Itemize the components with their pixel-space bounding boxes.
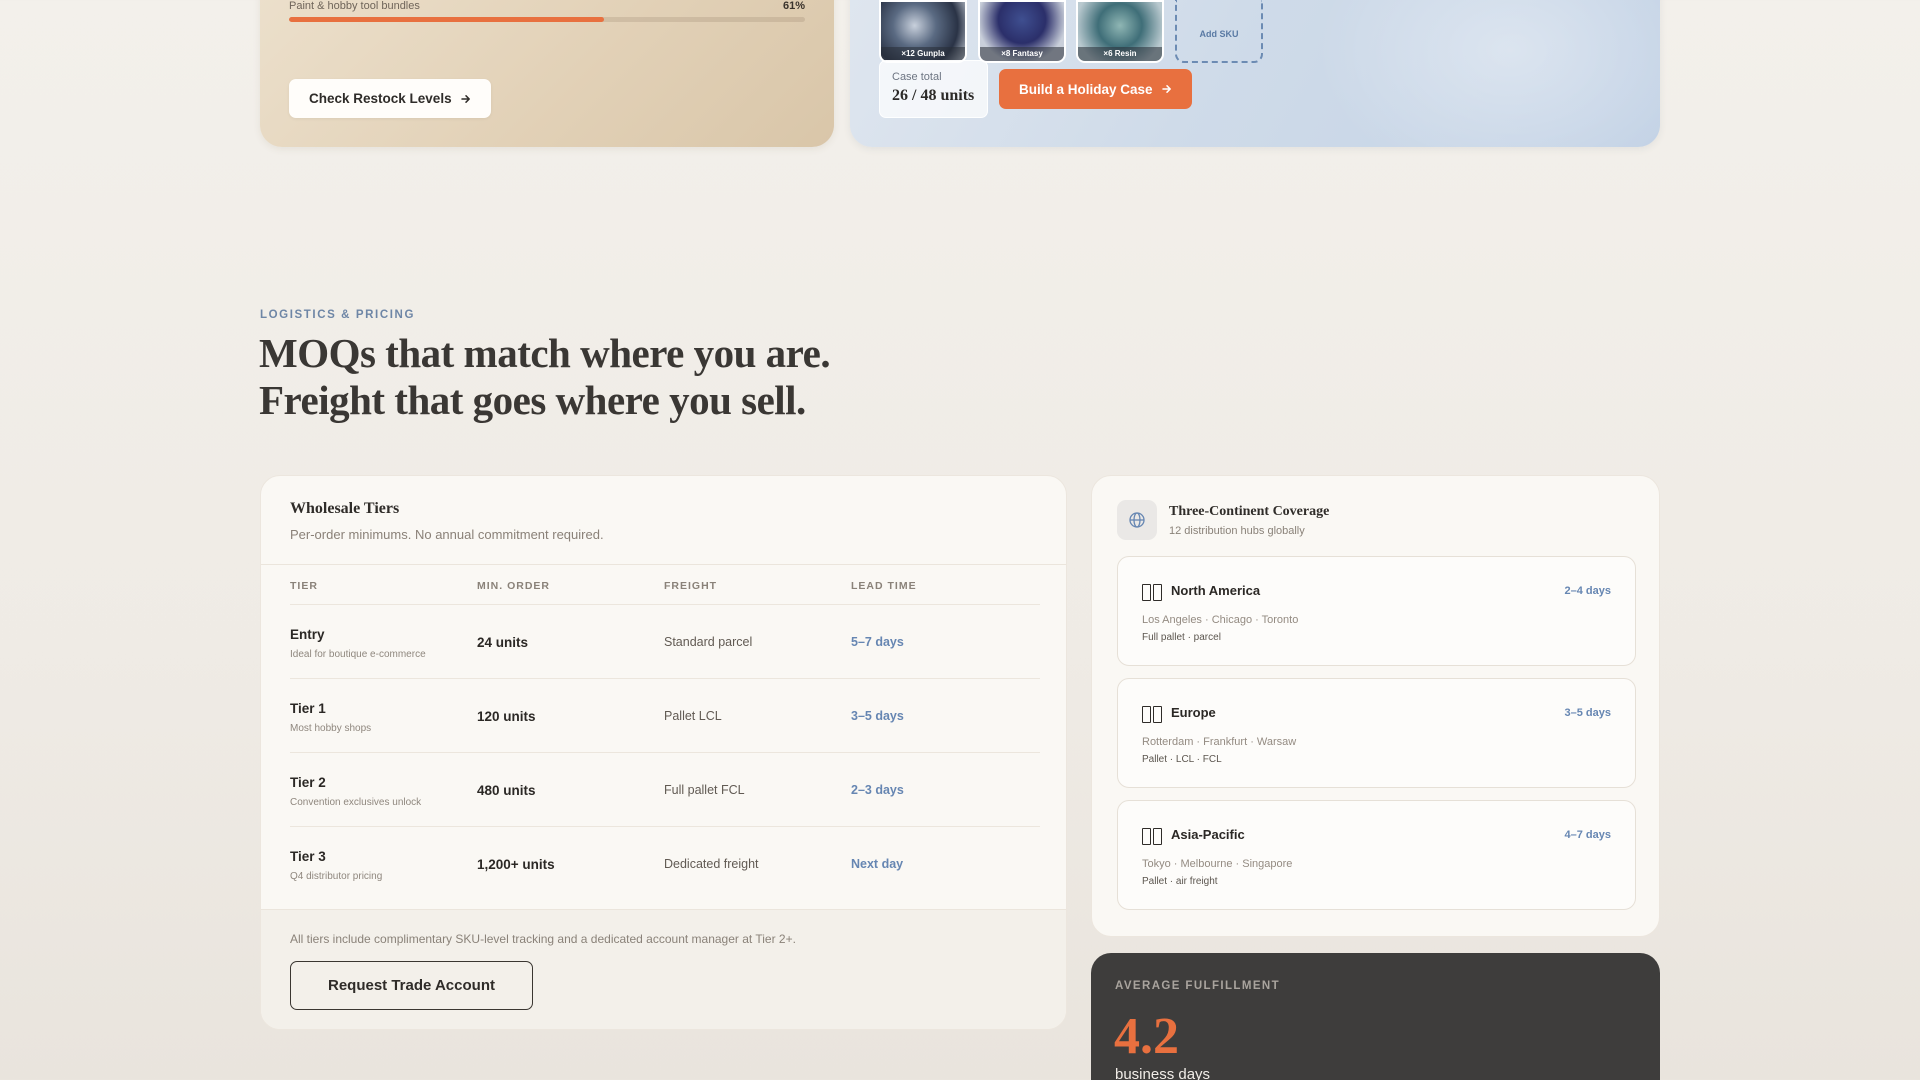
bundle-progress-track xyxy=(289,17,805,22)
tier-freight: Standard parcel xyxy=(664,635,753,649)
tiers-footer: All tiers include complimentary SKU-leve… xyxy=(261,909,1066,1029)
tier-min-order: 480 units xyxy=(477,783,536,798)
table-row: Tier 2 Convention exclusives unlock 480 … xyxy=(290,752,1040,826)
bundle-progress-fill xyxy=(289,17,604,22)
tier-name: Entry xyxy=(290,627,325,642)
fulfillment-value: 4.2 xyxy=(1114,1008,1179,1065)
bundle-percent: 61% xyxy=(782,0,805,12)
average-fulfillment-card: AVERAGE FULFILLMENT 4.2 business days xyxy=(1091,953,1660,1080)
region-name: North America xyxy=(1171,583,1261,598)
region-freight-modes: Pallet · LCL · FCL xyxy=(1142,754,1222,765)
tier-description: Q4 distributor pricing xyxy=(290,871,383,882)
region-name: Asia-Pacific xyxy=(1171,827,1245,842)
sku-thumbnail[interactable]: ×6 Resin xyxy=(1076,0,1164,63)
tier-freight: Dedicated freight xyxy=(664,857,759,871)
region-delivery-days: 4–7 days xyxy=(1564,829,1611,841)
tier-description: Most hobby shops xyxy=(290,723,372,734)
region-delivery-days: 2–4 days xyxy=(1564,585,1611,597)
tier-lead-time: 2–3 days xyxy=(851,783,904,797)
section-headline: MOQs that match where you are. Freight t… xyxy=(259,330,1019,424)
tier-name: Tier 2 xyxy=(290,775,326,790)
region-delivery-days: 3–5 days xyxy=(1564,707,1611,719)
globe-icon-box xyxy=(1117,500,1157,540)
region-name: Europe xyxy=(1171,705,1216,720)
region-card-europe: Europe 3–5 days Rotterdam · Frankfurt · … xyxy=(1117,678,1636,788)
tier-min-order: 1,200+ units xyxy=(477,857,555,872)
tier-min-order: 120 units xyxy=(477,709,536,724)
coverage-card: Three-Continent Coverage 12 distribution… xyxy=(1091,475,1660,937)
tier-lead-time: 5–7 days xyxy=(851,635,904,649)
table-row: Tier 1 Most hobby shops 120 units Pallet… xyxy=(290,678,1040,752)
coverage-subtitle: 12 distribution hubs globally xyxy=(1169,525,1305,537)
region-card-north-america: North America 2–4 days Los Angeles · Chi… xyxy=(1117,556,1636,666)
tier-freight: Full pallet FCL xyxy=(664,783,745,797)
tier-freight: Pallet LCL xyxy=(664,709,722,723)
region-freight-modes: Pallet · air freight xyxy=(1142,876,1218,887)
holiday-case-card: ×12 Gunpla ×8 Fantasy ×6 Resin Add SKU C… xyxy=(850,0,1660,147)
bundle-label: Paint & hobby tool bundles xyxy=(289,0,420,12)
tier-lead-time: Next day xyxy=(851,857,904,871)
column-header-tier: TIER xyxy=(290,580,318,592)
region-freight-modes: Full pallet · parcel xyxy=(1142,632,1221,643)
region-card-asia-pacific: Asia-Pacific 4–7 days Tokyo · Melbourne … xyxy=(1117,800,1636,910)
sku-caption: ×8 Fantasy xyxy=(980,47,1064,61)
column-header-lead-time: LEAD TIME xyxy=(851,580,917,592)
sku-thumbnail[interactable]: ×8 Fantasy xyxy=(978,0,1066,63)
sku-caption: ×6 Resin xyxy=(1078,47,1162,61)
wholesale-tiers-card: Wholesale Tiers Per-order minimums. No a… xyxy=(260,475,1067,1030)
headline-line-1: MOQs that match where you are. xyxy=(259,330,831,376)
fulfillment-label: AVERAGE FULFILLMENT xyxy=(1115,980,1281,992)
tier-description: Ideal for boutique e-commerce xyxy=(290,649,426,660)
case-total-label: Case total xyxy=(892,71,942,83)
divider xyxy=(261,564,1066,565)
sku-caption: ×12 Gunpla xyxy=(881,47,965,61)
arrow-right-icon xyxy=(460,94,470,103)
build-holiday-case-button[interactable]: Build a Holiday Case xyxy=(999,69,1192,109)
request-trade-account-button[interactable]: Request Trade Account xyxy=(290,961,533,1010)
check-restock-button[interactable]: Check Restock Levels xyxy=(289,79,491,118)
tier-name: Tier 1 xyxy=(290,701,326,716)
tier-description: Convention exclusives unlock xyxy=(290,797,422,808)
restock-card: Paint & hobby tool bundles 61% Check Res… xyxy=(260,0,834,147)
coverage-title: Three-Continent Coverage xyxy=(1169,504,1330,519)
fulfillment-unit: business days xyxy=(1115,1066,1211,1080)
case-total-box: Case total 26 / 48 units xyxy=(879,60,988,118)
check-restock-label: Check Restock Levels xyxy=(309,91,452,106)
decorative-swirl xyxy=(1300,0,1660,147)
bundle-progress: Paint & hobby tool bundles 61% xyxy=(289,0,805,22)
flag-icon xyxy=(1142,828,1162,845)
column-header-min-order: MIN. ORDER xyxy=(477,580,550,592)
build-holiday-case-label: Build a Holiday Case xyxy=(1019,81,1153,97)
region-cities: Los Angeles · Chicago · Toronto xyxy=(1142,614,1299,626)
table-row: Entry Ideal for boutique e-commerce 24 u… xyxy=(290,604,1040,678)
sku-thumbnail[interactable]: ×12 Gunpla xyxy=(879,0,967,63)
tiers-footnote: All tiers include complimentary SKU-leve… xyxy=(290,932,796,946)
add-sku-button[interactable]: Add SKU xyxy=(1175,0,1263,63)
tiers-subtitle: Per-order minimums. No annual commitment… xyxy=(290,527,604,542)
tier-lead-time: 3–5 days xyxy=(851,709,904,723)
flag-icon xyxy=(1142,706,1162,723)
column-header-freight: FREIGHT xyxy=(664,580,718,592)
add-sku-label: Add SKU xyxy=(1199,28,1239,39)
region-cities: Tokyo · Melbourne · Singapore xyxy=(1142,858,1293,870)
headline-line-2: Freight that goes where you sell. xyxy=(259,377,806,423)
section-eyebrow: LOGISTICS & PRICING xyxy=(260,309,415,321)
region-cities: Rotterdam · Frankfurt · Warsaw xyxy=(1142,736,1297,748)
tier-name: Tier 3 xyxy=(290,849,326,864)
tier-min-order: 24 units xyxy=(477,635,529,650)
arrow-right-icon xyxy=(1161,85,1171,93)
case-total-value: 26 / 48 units xyxy=(892,87,975,104)
flag-icon xyxy=(1142,584,1162,601)
globe-icon xyxy=(1129,512,1145,528)
table-row: Tier 3 Q4 distributor pricing 1,200+ uni… xyxy=(290,826,1040,900)
tiers-title: Wholesale Tiers xyxy=(290,500,400,517)
